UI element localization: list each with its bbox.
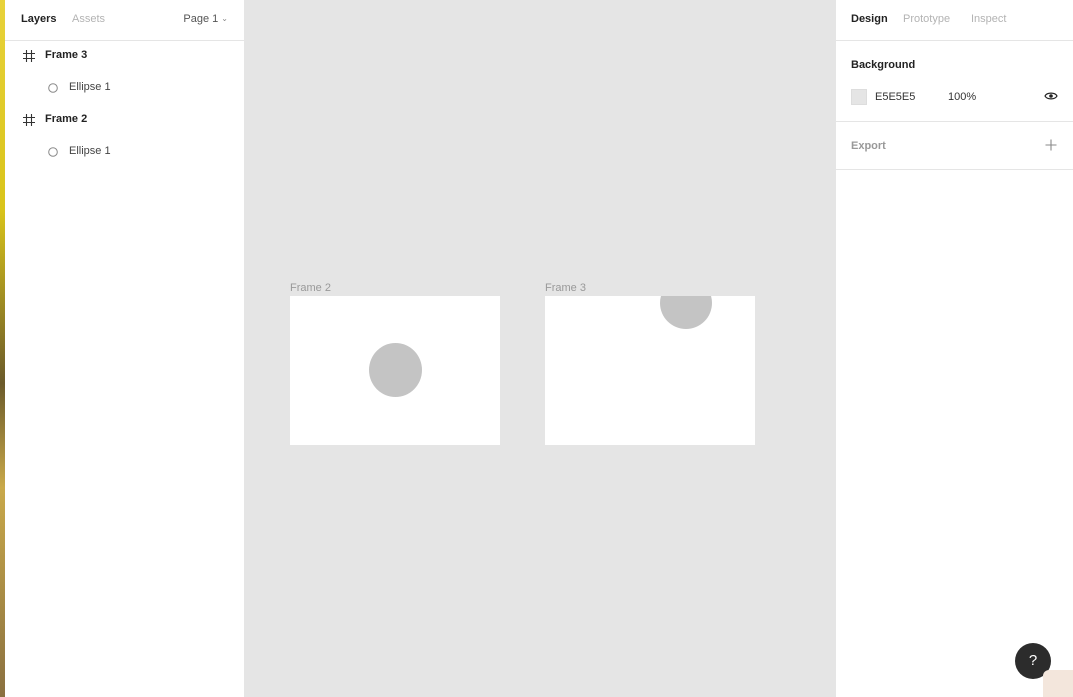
layer-row-ellipse-1[interactable]: Ellipse 1 (5, 136, 244, 168)
tab-assets[interactable]: Assets (72, 13, 105, 25)
chevron-down-icon: ⌄ (221, 14, 228, 23)
ellipse-icon (48, 83, 58, 93)
export-section: Export (836, 122, 1073, 170)
tab-design[interactable]: Design (851, 13, 888, 25)
background-color-swatch[interactable] (851, 89, 867, 105)
frame-icon (23, 114, 35, 126)
layer-name: Frame 2 (45, 113, 88, 125)
eye-icon[interactable] (1044, 90, 1058, 102)
layers-panel: Layers Assets Page 1 ⌄ Frame 3 Ellipse 1 … (5, 0, 245, 697)
page-select-label: Page 1 (183, 13, 219, 25)
frame-icon (23, 50, 35, 62)
layer-row-frame-3[interactable]: Frame 3 (5, 40, 244, 72)
plus-icon[interactable] (1044, 138, 1058, 152)
export-title: Export (851, 140, 886, 152)
background-hex-input[interactable]: E5E5E5 (875, 91, 915, 103)
background-title: Background (851, 59, 916, 71)
layer-name: Ellipse 1 (69, 81, 111, 93)
background-opacity-input[interactable]: 100% (948, 91, 976, 103)
tab-layers[interactable]: Layers (21, 13, 56, 25)
tab-prototype[interactable]: Prototype (903, 13, 950, 25)
ellipse-1[interactable] (369, 343, 422, 397)
ellipse-1[interactable] (660, 296, 712, 329)
ellipse-icon (48, 147, 58, 157)
properties-panel: Design Prototype Inspect Background E5E5… (835, 0, 1073, 697)
design-canvas[interactable]: Frame 2 Frame 3 (245, 0, 835, 697)
left-panel-tabs: Layers Assets Page 1 ⌄ (5, 0, 244, 41)
frame-3[interactable] (545, 296, 755, 445)
frame-label-frame-2[interactable]: Frame 2 (290, 282, 331, 294)
layer-row-ellipse-1[interactable]: Ellipse 1 (5, 72, 244, 104)
corner-decoration (1043, 670, 1073, 697)
layer-name: Ellipse 1 (69, 145, 111, 157)
page-select[interactable]: Page 1 ⌄ (183, 13, 228, 25)
frame-2[interactable] (290, 296, 500, 445)
layer-row-frame-2[interactable]: Frame 2 (5, 104, 244, 136)
right-panel-tabs: Design Prototype Inspect (836, 0, 1073, 41)
background-section: Background E5E5E5 100% (836, 41, 1073, 122)
tab-inspect[interactable]: Inspect (971, 13, 1006, 25)
frame-label-frame-3[interactable]: Frame 3 (545, 282, 586, 294)
layer-name: Frame 3 (45, 49, 88, 61)
